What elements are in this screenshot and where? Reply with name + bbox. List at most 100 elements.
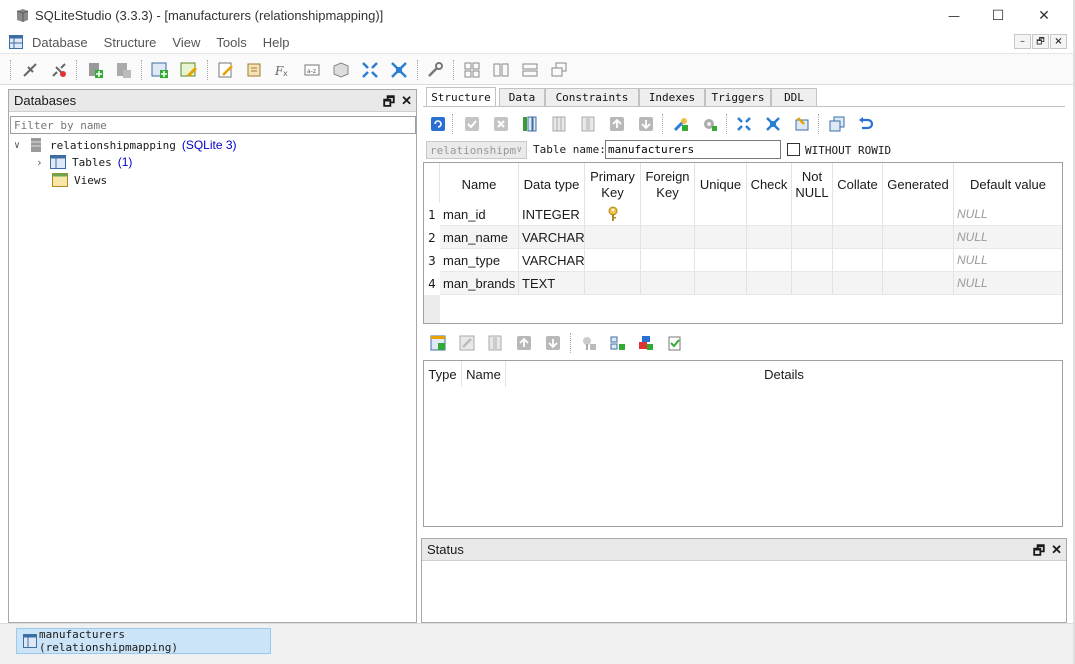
- tree-item-tables[interactable]: › Tables (1): [36, 155, 132, 169]
- generated-cell[interactable]: [883, 226, 954, 249]
- column-name-cell[interactable]: man_type: [440, 249, 519, 272]
- collations-icon[interactable]: a-z: [303, 61, 321, 79]
- table-row[interactable]: 1 man_id INTEGER NULL: [424, 203, 1062, 226]
- database-filter-input[interactable]: [10, 116, 416, 134]
- mdi-minimize-button[interactable]: –: [1014, 34, 1031, 49]
- not-null-cell[interactable]: [792, 249, 833, 272]
- move-constraint-down-icon[interactable]: [545, 335, 561, 351]
- edit-column-icon[interactable]: [551, 116, 567, 132]
- configuration-wrench-icon[interactable]: [426, 61, 444, 79]
- refresh-icon[interactable]: [430, 116, 446, 132]
- primary-key-cell[interactable]: [585, 226, 641, 249]
- column-name-cell[interactable]: man_brands: [440, 272, 519, 295]
- export-icon[interactable]: [390, 61, 408, 79]
- import-data-icon[interactable]: [736, 116, 752, 132]
- header-generated[interactable]: Generated: [883, 163, 954, 207]
- tile-vertical-icon[interactable]: [521, 61, 539, 79]
- tab-data[interactable]: Data: [499, 88, 545, 106]
- mdi-close-button[interactable]: ×: [1050, 34, 1067, 49]
- data-type-cell[interactable]: INTEGER: [519, 203, 585, 226]
- not-null-cell[interactable]: [792, 226, 833, 249]
- rollback-icon[interactable]: [493, 116, 509, 132]
- minimize-button[interactable]: —: [931, 0, 977, 31]
- generated-cell[interactable]: [883, 272, 954, 295]
- add-constraint-icon[interactable]: [430, 335, 446, 351]
- add-primary-key-icon[interactable]: [673, 116, 689, 132]
- close-button[interactable]: ✕: [1021, 0, 1067, 31]
- table-row[interactable]: 2 man_name VARCHAR NULL: [424, 226, 1062, 249]
- add-column-icon[interactable]: [521, 116, 537, 132]
- header-type[interactable]: Type: [424, 361, 462, 387]
- generated-cell[interactable]: [883, 249, 954, 272]
- add-check-constraint-icon[interactable]: [667, 335, 683, 351]
- taskbar-window-button[interactable]: manufacturers (relationshipmapping): [16, 628, 271, 654]
- disconnect-icon[interactable]: [50, 61, 68, 79]
- header-constraint-name[interactable]: Name: [462, 361, 506, 387]
- connect-icon[interactable]: [21, 61, 39, 79]
- menu-help[interactable]: Help: [263, 35, 290, 50]
- unique-cell[interactable]: [695, 226, 747, 249]
- default-value-cell[interactable]: NULL: [954, 272, 1062, 295]
- edit-table-icon[interactable]: [180, 61, 198, 79]
- check-cell[interactable]: [747, 272, 792, 295]
- add-foreign-key-icon[interactable]: [702, 116, 718, 132]
- delete-constraint-icon[interactable]: [487, 335, 503, 351]
- tab-constraints[interactable]: Constraints: [545, 88, 639, 106]
- menu-tools[interactable]: Tools: [216, 35, 246, 50]
- collate-cell[interactable]: [833, 203, 883, 226]
- without-rowid-checkbox[interactable]: [787, 143, 800, 156]
- header-check[interactable]: Check: [747, 163, 792, 207]
- collate-cell[interactable]: [833, 272, 883, 295]
- remove-database-icon[interactable]: [114, 61, 132, 79]
- check-cell[interactable]: [747, 226, 792, 249]
- tree-item-views[interactable]: Views: [52, 173, 107, 187]
- tab-structure[interactable]: Structure: [426, 87, 496, 106]
- menu-view[interactable]: View: [172, 35, 200, 50]
- header-details[interactable]: Details: [506, 361, 1062, 387]
- unique-cell[interactable]: [695, 249, 747, 272]
- table-row[interactable]: 4 man_brands TEXT NULL: [424, 272, 1062, 295]
- foreign-key-cell[interactable]: [641, 249, 695, 272]
- column-name-cell[interactable]: man_name: [440, 226, 519, 249]
- header-default-value[interactable]: Default value: [954, 163, 1062, 207]
- history-icon[interactable]: [246, 61, 264, 79]
- header-unique[interactable]: Unique: [695, 163, 747, 207]
- table-name-input[interactable]: [605, 140, 781, 159]
- add-unique-constraint-icon[interactable]: [638, 335, 654, 351]
- menu-structure[interactable]: Structure: [104, 35, 157, 50]
- default-value-cell[interactable]: NULL: [954, 249, 1062, 272]
- tab-indexes[interactable]: Indexes: [639, 88, 705, 106]
- collate-cell[interactable]: [833, 226, 883, 249]
- data-type-cell[interactable]: VARCHAR: [519, 226, 585, 249]
- header-name[interactable]: Name: [440, 163, 519, 207]
- not-null-cell[interactable]: [792, 203, 833, 226]
- close-panel-icon[interactable]: ✕: [401, 93, 412, 115]
- generated-cell[interactable]: [883, 203, 954, 226]
- header-not-null[interactable]: Not NULL: [792, 163, 833, 207]
- unique-cell[interactable]: [695, 203, 747, 226]
- tab-ddl[interactable]: DDL: [771, 88, 817, 106]
- check-cell[interactable]: [747, 203, 792, 226]
- header-foreign-key[interactable]: Foreign Key: [641, 163, 695, 207]
- tile-windows-icon[interactable]: [463, 61, 481, 79]
- cascade-windows-icon[interactable]: [550, 61, 568, 79]
- move-column-up-icon[interactable]: [609, 116, 625, 132]
- check-cell[interactable]: [747, 249, 792, 272]
- tree-item-database[interactable]: ∨ relationshipmapping (SQLite 3): [14, 137, 237, 153]
- tab-triggers[interactable]: Triggers: [705, 88, 771, 106]
- header-primary-key[interactable]: Primary Key: [585, 163, 641, 207]
- header-data-type[interactable]: Data type: [519, 163, 585, 207]
- populate-table-icon[interactable]: [794, 116, 810, 132]
- add-database-icon[interactable]: [86, 61, 104, 79]
- column-name-cell[interactable]: man_id: [440, 203, 519, 226]
- data-type-cell[interactable]: TEXT: [519, 272, 585, 295]
- edit-constraint-icon[interactable]: [459, 335, 475, 351]
- data-type-cell[interactable]: VARCHAR: [519, 249, 585, 272]
- export-data-icon[interactable]: [765, 116, 781, 132]
- database-select[interactable]: relationshipm ∨: [426, 141, 527, 159]
- table-row[interactable]: 3 man_type VARCHAR NULL: [424, 249, 1062, 272]
- new-table-icon[interactable]: [151, 61, 169, 79]
- unique-cell[interactable]: [695, 272, 747, 295]
- move-column-down-icon[interactable]: [638, 116, 654, 132]
- create-similar-table-icon[interactable]: [829, 116, 845, 132]
